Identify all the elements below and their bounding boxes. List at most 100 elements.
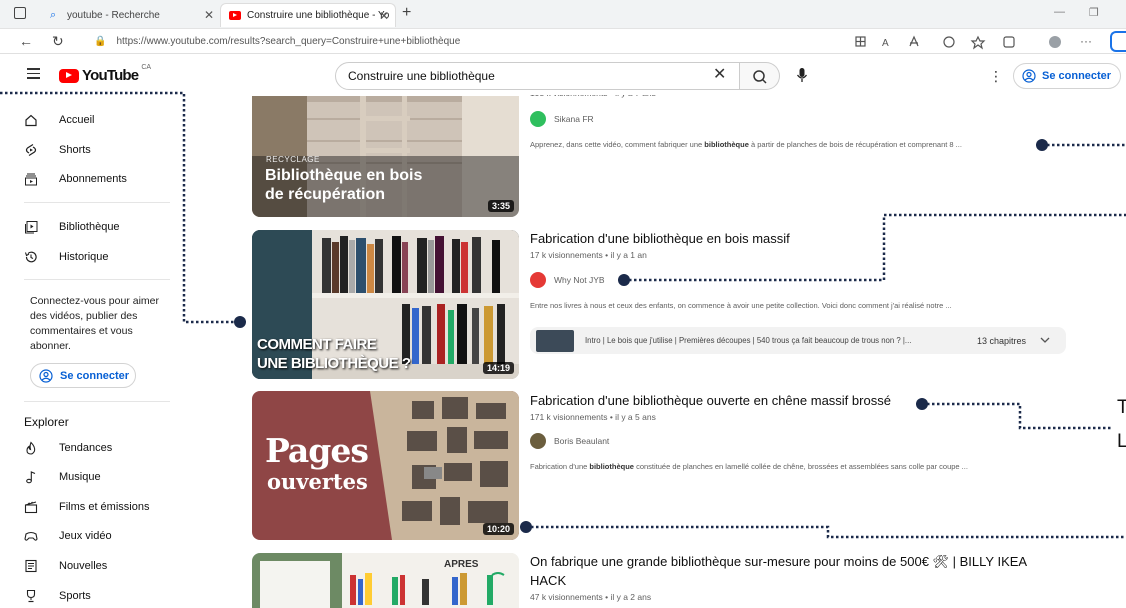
home-icon xyxy=(24,113,38,127)
sidebar-item-label: Abonnements xyxy=(59,173,127,185)
channel-link[interactable]: Sikana FR xyxy=(530,111,594,127)
close-icon[interactable]: ✕ xyxy=(204,8,214,22)
description-text: à partir de planches de bois de récupéra… xyxy=(748,140,962,149)
browser-tab-strip: ⌕ youtube - Recherche ✕ Construire une b… xyxy=(0,0,1126,29)
annotation-marker xyxy=(1036,139,1048,151)
video-title-link[interactable]: On fabrique une grande bibliothèque sur-… xyxy=(530,552,1027,571)
channel-name: Boris Beaulant xyxy=(554,436,610,446)
chapter-thumbnail xyxy=(536,329,574,352)
sidebar-item-jeux[interactable]: Jeux vidéo xyxy=(24,524,174,548)
sidebar-item-musique[interactable]: Musique xyxy=(24,465,174,489)
channel-avatar xyxy=(530,272,546,288)
video-meta: 171 k visionnements • il y a 5 ans xyxy=(530,412,656,422)
tab-search[interactable]: ⌕ youtube - Recherche ✕ xyxy=(42,3,220,27)
history-icon xyxy=(24,250,38,264)
annotation-marker xyxy=(234,316,246,328)
sidebar-item-sports[interactable]: Sports xyxy=(24,584,174,608)
sidebar-item-historique[interactable]: Historique xyxy=(24,245,174,269)
video-title-link[interactable]: Fabrication d'une bibliothèque en bois m… xyxy=(530,229,790,248)
video-title-link[interactable]: Fabrication d'une bibliothèque ouverte e… xyxy=(530,391,891,410)
sidebar-item-label: Historique xyxy=(59,251,109,263)
sign-in-button[interactable]: Se connecter xyxy=(1013,63,1121,89)
sidebar: Accueil Shorts Abonnements Bibliothèque … xyxy=(0,96,180,608)
refresh-icon[interactable]: ↻ xyxy=(52,33,64,49)
sidebar-item-label: Tendances xyxy=(59,442,113,454)
chapters-panel[interactable]: Intro | Le bois que j'utilise | Première… xyxy=(530,327,1066,354)
gaming-icon xyxy=(24,529,38,543)
annotation-leader-line xyxy=(526,525,1126,539)
video-thumbnail[interactable]: Pages ouvertes 10:20 xyxy=(252,391,519,540)
description-highlight: bibliothèque xyxy=(589,462,634,471)
channel-link[interactable]: Why Not JYB xyxy=(530,272,605,288)
tab-youtube[interactable]: Construire une bibliothèque - Yo ✕ xyxy=(220,3,396,27)
description-text: Fabrication d'une xyxy=(530,462,590,471)
account-icon xyxy=(39,368,53,383)
sidebar-item-nouvelles[interactable]: Nouvelles xyxy=(24,554,174,578)
video-thumbnail[interactable]: APRES xyxy=(252,553,519,608)
news-icon xyxy=(24,559,38,573)
browser-action-icons[interactable]: A ··· xyxy=(852,34,1102,50)
sidebar-item-label: Accueil xyxy=(59,114,95,126)
sidebar-item-shorts[interactable]: Shorts xyxy=(24,138,174,162)
search-button[interactable] xyxy=(740,62,780,90)
sidebar-item-label: Musique xyxy=(59,471,101,483)
sidebar-divider xyxy=(24,279,170,280)
svg-text:A: A xyxy=(882,38,889,49)
sidebar-item-tendances[interactable]: Tendances xyxy=(24,436,174,460)
channel-avatar xyxy=(530,433,546,449)
sidebar-sign-in-button[interactable]: Se connecter xyxy=(30,363,136,388)
back-icon[interactable]: ← xyxy=(19,33,33,49)
video-title-link[interactable]: HACK xyxy=(530,571,566,590)
video-thumbnail[interactable]: COMMENT FAIRE UNE BIBLIOTHÈQUE ? 14:19 xyxy=(252,230,519,379)
video-meta: 47 k visionnements • il y a 2 ans xyxy=(530,592,652,602)
sidebar-item-abonnements[interactable]: Abonnements xyxy=(24,167,174,191)
youtube-header: YouTube CA Construire une bibliothèque ✕… xyxy=(0,55,1126,96)
menu-icon[interactable] xyxy=(27,68,40,79)
sidebar-item-bibliotheque[interactable]: Bibliothèque xyxy=(24,215,174,239)
signin-prompt-text: Connectez-vous pour aimer des vidéos, pu… xyxy=(30,295,159,352)
restore-icon[interactable]: ❐ xyxy=(1089,6,1099,19)
sidebar-item-label: Films et émissions xyxy=(59,501,150,513)
search-input[interactable]: Construire une bibliothèque xyxy=(335,62,740,90)
copilot-icon[interactable] xyxy=(1110,31,1126,52)
minimize-icon[interactable]: — xyxy=(1054,6,1065,18)
video-description: Fabrication d'une bibliothèque constitué… xyxy=(530,462,968,471)
sidebar-item-label: Bibliothèque xyxy=(59,221,120,233)
clear-search-icon[interactable]: ✕ xyxy=(713,66,726,84)
search-value: Construire une bibliothèque xyxy=(348,69,495,83)
video-meta: 17 k visionnements • il y a 1 an xyxy=(530,250,647,260)
thumbnail-title: de récupération xyxy=(265,186,386,203)
subscriptions-icon xyxy=(24,172,38,186)
address-bar[interactable]: 🔒 https://www.youtube.com/results?search… xyxy=(84,31,854,52)
url-text: https://www.youtube.com/results?search_q… xyxy=(116,36,461,47)
annotation-text: L xyxy=(1117,431,1126,452)
browser-toolbar: ← ↻ 🔒 https://www.youtube.com/results?se… xyxy=(0,29,1126,54)
tab-label: youtube - Recherche xyxy=(67,9,160,21)
thumbnail-caption: APRES xyxy=(444,559,479,570)
sign-in-label: Se connecter xyxy=(60,369,130,382)
sign-in-label: Se connecter xyxy=(1042,70,1112,82)
tab-label: Construire une bibliothèque - Yo xyxy=(247,10,390,21)
annotation-marker xyxy=(618,274,630,286)
sidebar-item-accueil[interactable]: Accueil xyxy=(24,108,174,132)
lock-icon: 🔒 xyxy=(94,36,107,47)
video-duration: 3:35 xyxy=(487,200,514,212)
close-icon[interactable]: ✕ xyxy=(379,9,389,23)
more-options-icon[interactable]: ⋮ xyxy=(989,69,1003,83)
sports-icon xyxy=(24,589,38,603)
channel-link[interactable]: Boris Beaulant xyxy=(530,433,609,449)
youtube-logo[interactable]: YouTube CA xyxy=(59,64,152,84)
microphone-icon[interactable] xyxy=(796,68,808,84)
thumbnail-title: ouvertes xyxy=(267,469,368,494)
annotation-marker xyxy=(520,521,532,533)
video-thumbnail[interactable]: RECYCLAGE Bibliothèque en bois de récupé… xyxy=(252,96,519,217)
region-code: CA xyxy=(141,64,152,71)
tab-actions-icon[interactable] xyxy=(14,7,26,19)
chevron-down-icon xyxy=(1040,337,1050,343)
movies-icon xyxy=(24,500,38,514)
sidebar-item-label: Sports xyxy=(59,590,91,602)
channel-name: Sikana FR xyxy=(554,114,594,124)
sidebar-item-films[interactable]: Films et émissions xyxy=(24,495,174,519)
video-description: Entre nos livres à nous et ceux des enfa… xyxy=(530,301,952,310)
new-tab-button[interactable]: + xyxy=(402,4,411,22)
